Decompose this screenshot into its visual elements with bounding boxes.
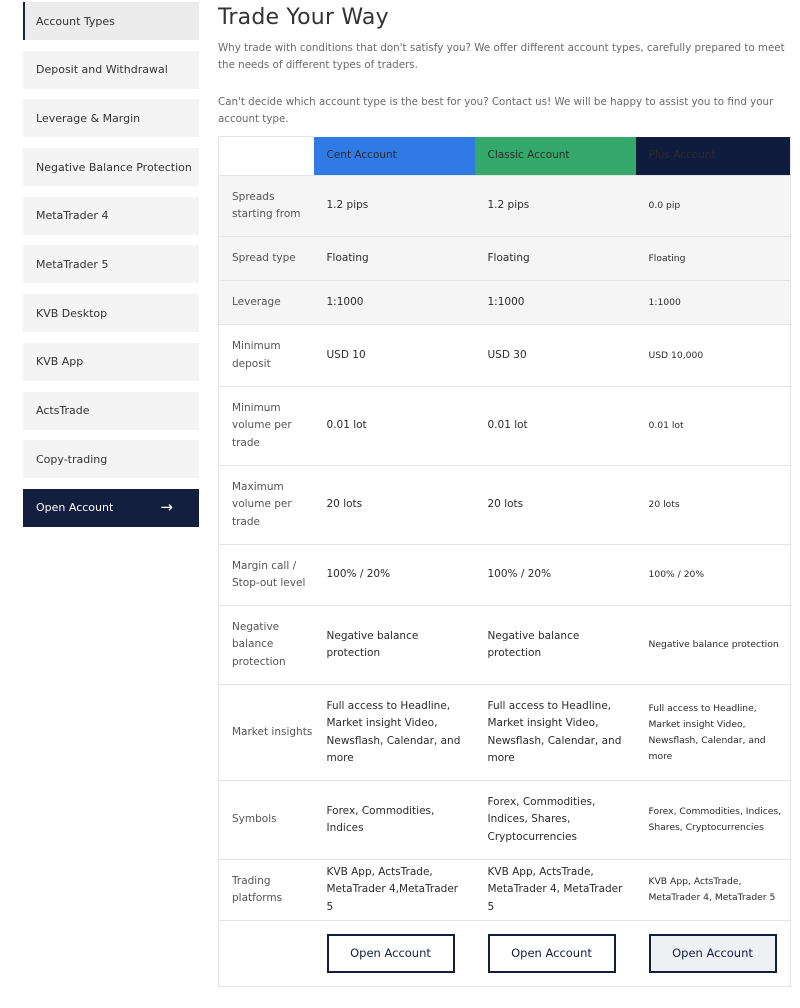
table-row: Negative balance protection Negative bal… [218,606,791,685]
cent-value: 20 lots [326,498,363,511]
open-account-button-row: Open Account Open Account Open Account [218,921,791,987]
row-label: Negative balance protection [232,620,286,668]
table-row: Maximum volume per trade 20 lots 20 lots… [218,466,791,545]
sidebar-item-negative-balance-protection[interactable]: Negative Balance Protection [23,148,199,187]
plus-value: 1:1000 [648,296,681,308]
sidebar-item-label: Leverage & Margin [36,111,141,125]
classic-value: USD 30 [487,348,527,361]
open-classic-account-button[interactable]: Open Account [487,934,616,973]
table-row: Minimum deposit USD 10 USD 30 USD 10,000 [218,325,791,387]
sidebar-item-metatrader-4[interactable]: MetaTrader 4 [23,196,199,235]
sidebar-item-deposit-withdrawal[interactable]: Deposit and Withdrawal [23,50,199,89]
sidebar-item-label: Negative Balance Protection [36,160,192,174]
plus-value: 0.01 lot [648,420,684,431]
sidebar-nav: Account Types Deposit and Withdrawal Lev… [23,2,199,538]
sidebar-item-label: KVB Desktop [36,306,108,320]
cent-value: 1.2 pips [326,199,369,212]
open-plus-account-button[interactable]: Open Account [648,934,777,973]
sidebar-item-label: MetaTrader 5 [36,257,109,271]
row-label: Spread type [232,251,296,264]
classic-value: 1.2 pips [487,199,530,212]
cent-value: 1:1000 [326,295,364,308]
cent-value: 100% / 20% [326,568,391,581]
table-row: Trading platforms KVB App, ActsTrade, Me… [218,860,791,921]
intro-text: Why trade with conditions that don't sat… [218,42,785,71]
row-label: Symbols [232,813,277,826]
sidebar-item-label: KVB App [36,355,84,369]
plus-value: 100% / 20% [648,569,705,580]
table-row: Market insights Full access to Headline,… [218,685,791,781]
arrow-right-icon: → [160,498,173,517]
row-label: Margin call / Stop-out level [232,559,306,590]
page-title: Trade Your Way [218,5,389,30]
classic-value: 0.01 lot [487,419,528,432]
row-label: Spreads starting from [232,190,301,221]
sidebar-item-kvb-app[interactable]: KVB App [23,342,199,381]
row-label: Trading platforms [232,874,283,905]
classic-value: KVB App, ActsTrade, MetaTrader 4, MetaTr… [487,865,623,913]
sidebar-item-actstrade[interactable]: ActsTrade [23,391,199,430]
main-content: Trade Your Way Why trade with conditions… [218,0,791,987]
plus-value: 0.0 pip [648,200,681,211]
row-label: Minimum deposit [232,340,281,370]
classic-value: Floating [487,251,530,264]
cent-account-header: Cent Account [313,136,475,176]
open-account-label: Open Account [36,501,114,515]
sidebar-item-label: MetaTrader 4 [36,209,109,223]
plus-value: Negative balance protection [648,639,779,650]
plus-value: Full access to Headline, Market insight … [648,702,766,762]
cent-value: Forex, Commodities, Indices [326,804,435,835]
cent-value: Negative balance protection [326,629,419,660]
plus-value: Forex, Commodities, Indices, Shares, Cry… [648,806,782,833]
row-label: Minimum volume per trade [232,401,292,449]
table-row: Minimum volume per trade 0.01 lot 0.01 l… [218,387,791,466]
row-label: Maximum volume per trade [232,480,292,528]
cent-value: KVB App, ActsTrade, MetaTrader 4,MetaTra… [326,865,459,913]
plus-value: USD 10,000 [648,349,704,361]
sidebar-item-leverage-margin[interactable]: Leverage & Margin [23,99,199,138]
classic-value: Negative balance protection [487,629,580,660]
sidebar-item-metatrader-5[interactable]: MetaTrader 5 [23,245,199,284]
cent-value: 0.01 lot [326,419,367,432]
plus-value: KVB App, ActsTrade, MetaTrader 4, MetaTr… [648,876,776,903]
cent-value: Floating [326,251,369,264]
row-label: Leverage [232,295,281,308]
header-blank-cell [218,136,314,176]
sidebar-item-label: Account Types [36,14,115,28]
cent-value: Full access to Headline, Market insight … [326,699,461,765]
sidebar-item-label: ActsTrade [36,404,90,417]
sidebar-item-copy-trading[interactable]: Copy-trading [23,440,199,479]
table-row: Spreads starting from 1.2 pips 1.2 pips … [218,175,791,237]
table-row: Leverage 1:1000 1:1000 1:1000 [218,280,791,325]
classic-value: Full access to Headline, Market insight … [487,699,622,765]
row-label: Market insights [232,725,313,738]
cent-value: USD 10 [326,348,366,361]
sidebar-item-label: Copy-trading [36,452,108,466]
plus-account-header: Plus Account [635,136,791,176]
sidebar-item-kvb-desktop[interactable]: KVB Desktop [23,294,199,333]
open-cent-account-button[interactable]: Open Account [326,934,455,973]
classic-value: 1:1000 [487,295,525,308]
classic-value: 100% / 20% [487,568,552,581]
sidebar-item-account-types[interactable]: Account Types [23,2,199,40]
plus-value: Floating [648,252,686,264]
sidebar-item-label: Deposit and Withdrawal [36,63,168,77]
classic-account-header: Classic Account [474,136,636,176]
open-account-sidebar-button[interactable]: Open Account → [23,488,199,527]
classic-value: 20 lots [487,498,524,511]
account-comparison-table: Cent Account Classic Account Plus Accoun… [218,136,791,987]
table-row: Margin call / Stop-out level 100% / 20% … [218,545,791,606]
contact-text: Can't decide which account type is the b… [218,96,774,125]
table-row: Spread type Floating Floating Floating [218,236,791,281]
button-row-blank [219,921,314,987]
table-header-row: Cent Account Classic Account Plus Accoun… [218,136,791,176]
table-row: Symbols Forex, Commodities, Indices Fore… [218,781,791,860]
plus-value: 20 lots [648,499,680,510]
classic-value: Forex, Commodities, Indices, Shares, Cry… [487,795,596,843]
